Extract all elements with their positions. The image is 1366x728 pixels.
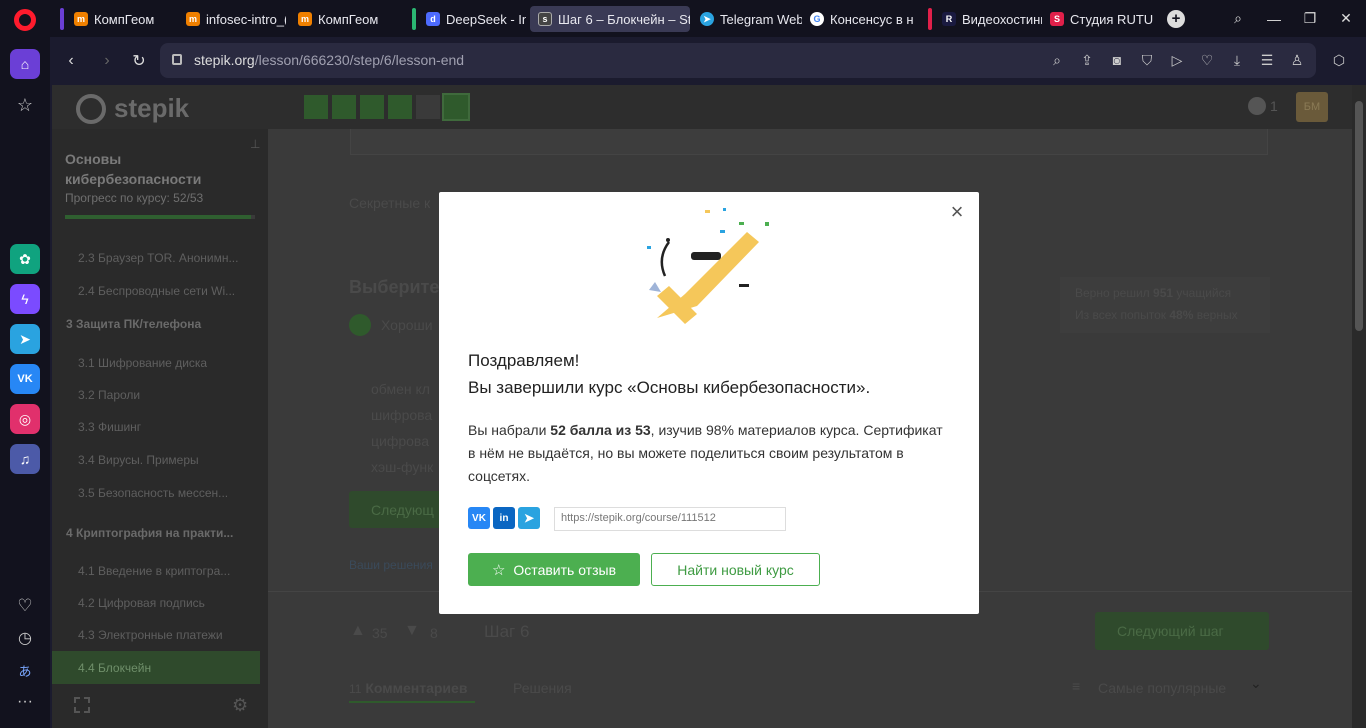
tab-active-stepik[interactable]: s Шаг 6 – Блокчейн – Step [530,6,690,32]
vk-icon[interactable]: VK [10,364,40,394]
chatgpt-icon[interactable]: ✿ [10,244,40,274]
share-icon[interactable]: ⇪ [1078,51,1096,69]
home-icon[interactable]: ⌂ [10,49,40,79]
telegram-share-button[interactable]: ➤ [518,507,540,529]
browser-sidebar: ⌂ ☆ ✿ ϟ ➤ VK ◎ ♫ ♡ ◷ あ ··· [0,37,50,728]
tab-label: DeepSeek - Inte [446,11,526,27]
camera-icon[interactable]: ◙ [1108,51,1126,69]
lock-icon [172,54,182,65]
dialog-heading: Поздравляем! Вы завершили курс «Основы к… [468,347,870,401]
heart-icon[interactable]: ♡ [10,591,40,621]
google-icon: G [810,12,824,26]
star-icon[interactable]: ☆ [10,90,40,120]
tab-label: infosec-intro_( [206,11,286,27]
tab-favicon-icon: m [186,12,200,26]
close-window-icon[interactable]: ✕ [1328,0,1364,37]
tab-3[interactable]: m КомпГеом [290,6,398,32]
translate-icon[interactable]: あ [10,655,40,685]
tab-label: КомпГеом [318,11,379,27]
celebration-illustration [647,208,769,324]
tab-group-marker [60,8,64,30]
heart-icon[interactable]: ♡ [1198,51,1216,69]
opera-logo-icon[interactable] [14,9,36,31]
tab-label: Telegram Web [720,11,802,27]
messenger-icon[interactable]: ϟ [10,284,40,314]
tab-9[interactable]: S Студия RUTUBE [1042,6,1154,32]
tab-6[interactable]: ➤ Telegram Web [692,6,802,32]
url-path: /lesson/666230/step/6/lesson-end [254,52,465,68]
download-icon[interactable]: ⤓ [1228,51,1246,69]
rutube-icon: R [942,12,956,26]
share-link-field[interactable]: https://stepik.org/course/111512 [554,507,786,531]
tab-strip: m КомпГеом m infosec-intro_( m КомпГеом d De… [0,0,1366,37]
tab-favicon-icon: m [298,12,312,26]
shield-icon[interactable]: ⛉ [1138,51,1156,69]
dialog-title: Поздравляем! [468,351,580,370]
play-icon[interactable]: ▷ [1168,51,1186,69]
course-complete-dialog: × Поздравляем! Вы завершили курс «Основы… [439,192,979,614]
tab-label: Консенсус в не [830,11,914,27]
easy-setup-icon[interactable]: ☰ [1258,51,1276,69]
more-icon[interactable]: ··· [10,687,40,717]
tab-group-marker [928,8,932,30]
star-icon: ☆ [491,561,506,579]
linkedin-share-button[interactable]: in [493,507,515,529]
reload-button[interactable]: ↻ [124,43,154,78]
leave-review-button[interactable]: ☆ Оставить отзыв [468,553,640,586]
new-tab-button[interactable]: + [1167,10,1185,28]
music-icon[interactable]: ♫ [10,444,40,474]
minimize-icon[interactable]: — [1256,0,1292,37]
dialog-subtitle: Вы завершили курс «Основы кибербезопасно… [468,378,871,397]
tab-2[interactable]: m infosec-intro_( [178,6,286,32]
tab-label: Шаг 6 – Блокчейн – Step [558,11,690,27]
score-value: 52 балла из 53 [550,422,651,438]
tab-1[interactable]: m КомпГеом [66,6,174,32]
telegram-icon: ➤ [523,511,535,525]
rutube-studio-icon: S [1050,12,1064,26]
linkedin-icon: in [499,512,509,524]
tab-8[interactable]: R Видеохостинг I [934,6,1042,32]
tab-label: КомпГеом [94,11,155,27]
history-icon[interactable]: ◷ [10,623,40,653]
profile-icon[interactable]: ♙ [1288,51,1306,69]
tab-label: Студия RUTUBE [1070,11,1154,27]
vk-share-button[interactable]: VK [468,507,490,529]
dialog-body: Вы набрали 52 балла из 53, изучив 98% ма… [468,419,948,488]
stepik-favicon-icon: s [538,12,552,26]
page-scrollbar[interactable] [1352,85,1366,728]
score-text-prefix: Вы набрали [468,422,551,438]
deepseek-icon: d [426,12,440,26]
telegram-icon: ➤ [700,12,714,26]
tab-label: Видеохостинг I [962,11,1042,27]
search-icon[interactable]: ⌕ [1048,51,1066,69]
find-course-label: Найти новый курс [677,561,794,578]
close-icon[interactable]: × [947,201,967,223]
telegram-icon[interactable]: ➤ [10,324,40,354]
url-host: stepik.org [194,52,255,68]
forward-button[interactable]: › [92,43,122,78]
back-button[interactable]: ‹ [56,43,86,78]
vk-icon: VK [472,512,486,524]
tab-group-marker [412,8,416,30]
tab-favicon-icon: m [74,12,88,26]
url-text[interactable]: stepik.org/lesson/666230/step/6/lesson-e… [194,52,464,68]
search-tabs-icon[interactable]: ⌕ [1220,0,1256,37]
extensions-icon[interactable]: ⬡ [1330,51,1348,69]
tab-7[interactable]: G Консенсус в не [802,6,914,32]
find-course-button[interactable]: Найти новый курс [651,553,820,586]
tab-4[interactable]: d DeepSeek - Inte [418,6,526,32]
instagram-icon[interactable]: ◎ [10,404,40,434]
maximize-icon[interactable]: ❐ [1292,0,1328,37]
leave-review-label: Оставить отзыв [513,561,617,578]
